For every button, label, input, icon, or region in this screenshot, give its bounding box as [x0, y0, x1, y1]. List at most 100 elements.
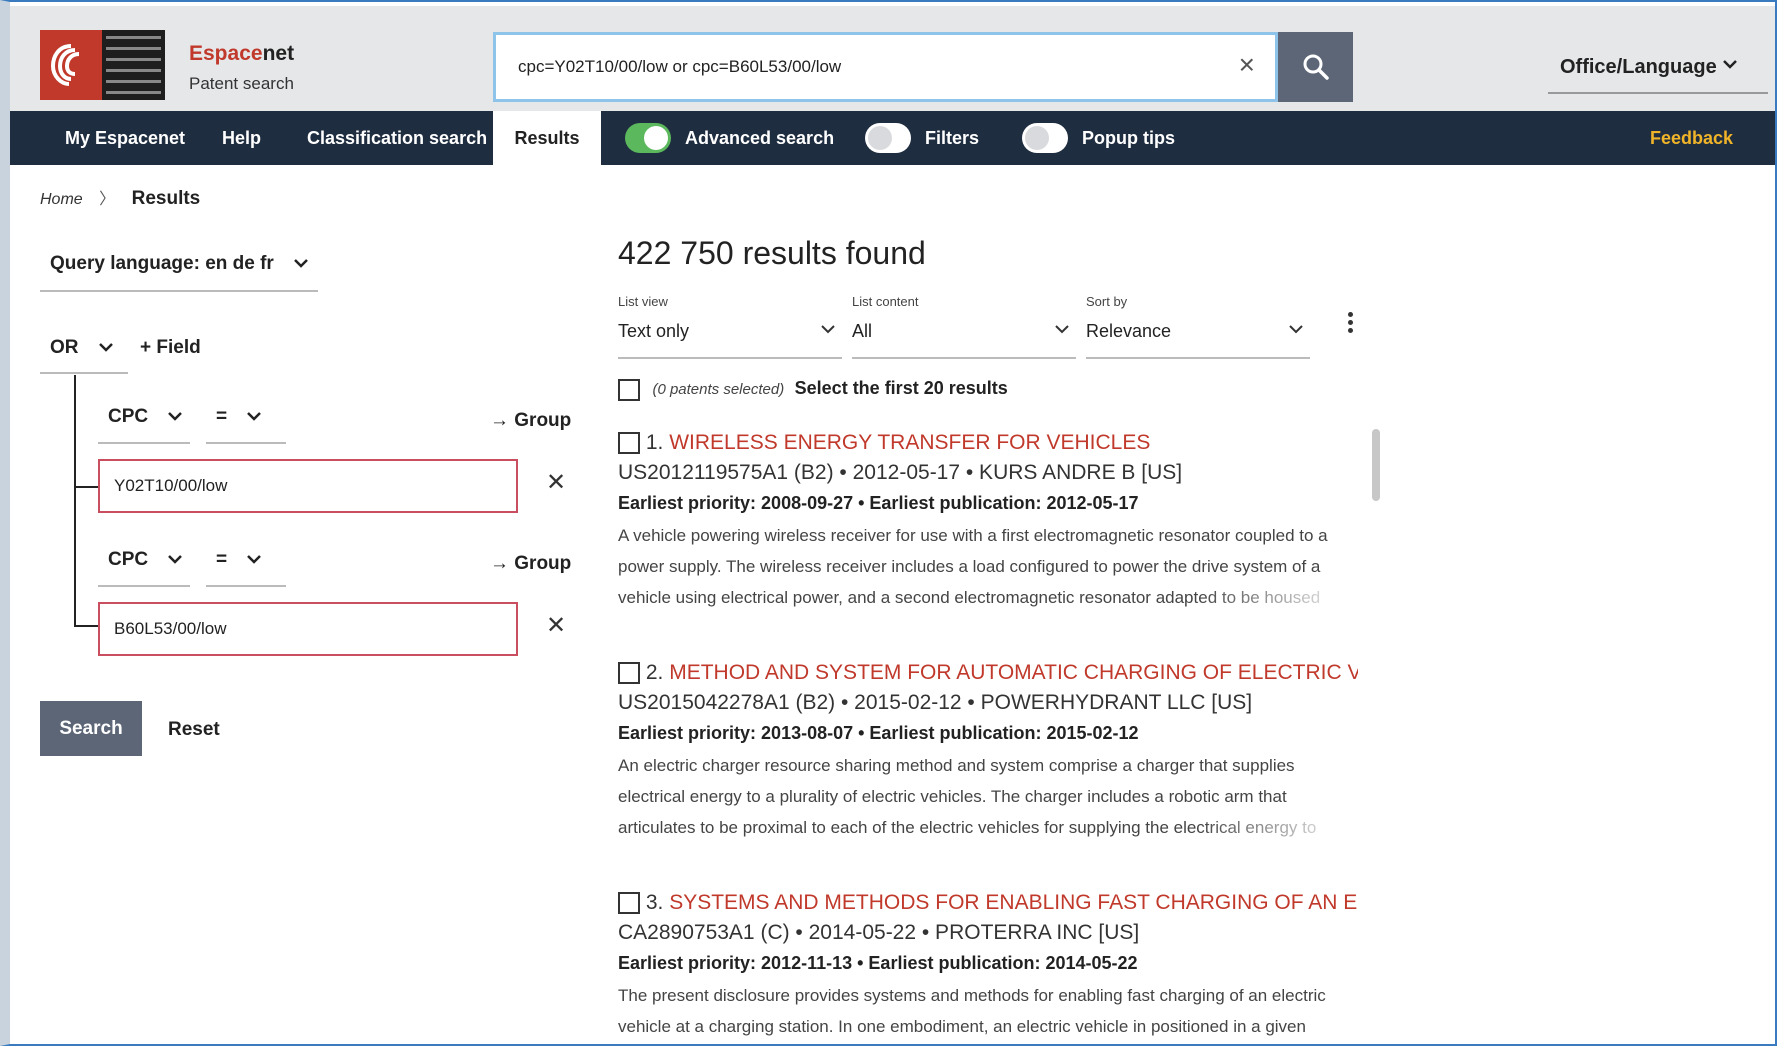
query-tree-branch [74, 486, 98, 488]
result-title-row[interactable]: 3. SYSTEMS AND METHODS FOR ENABLING FAST… [618, 891, 1358, 915]
popup-tips-label[interactable]: Popup tips [1082, 111, 1175, 165]
result-meta: CA2890753A1 (C) • 2014-05-22 • PROTERRA … [618, 921, 1140, 944]
list-view-select[interactable]: List view Text only [618, 294, 842, 359]
search-button[interactable] [1278, 32, 1353, 102]
list-view-value-text: Text only [618, 321, 690, 341]
list-content-value[interactable]: All [852, 319, 1076, 359]
result-item: 3. SYSTEMS AND METHODS FOR ENABLING FAST… [618, 891, 1358, 1044]
query-language-select[interactable]: Query language: en de fr [40, 242, 318, 292]
result-number: 3. [645, 891, 664, 914]
office-language-select[interactable]: Office/Language [1548, 36, 1768, 94]
operator-select-1[interactable]: = [206, 398, 286, 444]
reset-button[interactable]: Reset [168, 719, 220, 741]
field-select-label: CPC [108, 406, 149, 427]
operator-select-label: = [216, 549, 228, 570]
nav-feedback[interactable]: Feedback [1650, 111, 1733, 165]
remove-field-icon[interactable]: ✕ [546, 468, 566, 497]
result-checkbox[interactable] [618, 432, 640, 455]
epo-logo[interactable] [40, 30, 165, 100]
list-content-label: List content [852, 294, 919, 309]
advanced-search-button[interactable]: Search [40, 701, 142, 756]
chevron-right-icon: 〉 [99, 191, 116, 208]
group-button-1[interactable]: → Group [490, 410, 571, 432]
filters-label[interactable]: Filters [925, 111, 979, 165]
chevron-down-icon [1055, 325, 1069, 334]
result-title[interactable]: METHOD AND SYSTEM FOR AUTOMATIC CHARGING… [669, 661, 1358, 684]
result-dates: Earliest priority: 2013-08-07 • Earliest… [618, 723, 1139, 743]
field-value-input-1[interactable]: Y02T10/00/low [98, 459, 518, 513]
group-button-2[interactable]: → Group [490, 553, 571, 575]
result-abstract: The present disclosure provides systems … [618, 980, 1358, 1044]
search-input[interactable]: cpc=Y02T10/00/low or cpc=B60L53/00/low × [493, 32, 1278, 102]
select-all-row: (0 patents selected) Select the first 20… [618, 378, 1008, 401]
query-tree-branch [74, 625, 98, 627]
query-tree-line [74, 375, 76, 625]
selected-count: (0 patents selected) [652, 381, 785, 398]
result-item: 2. METHOD AND SYSTEM FOR AUTOMATIC CHARG… [618, 661, 1358, 843]
clear-search-icon[interactable]: × [1239, 49, 1255, 81]
operator-select[interactable]: OR [40, 328, 128, 374]
select-first-20-link[interactable]: Select the first 20 results [795, 378, 1008, 398]
operator-select-2[interactable]: = [206, 541, 286, 587]
result-checkbox[interactable] [618, 892, 640, 915]
result-meta: US2015042278A1 (B2) • 2015-02-12 • POWER… [618, 691, 1253, 714]
remove-field-icon[interactable]: ✕ [546, 611, 566, 640]
operator-label: OR [50, 337, 79, 358]
sort-by-value-text: Relevance [1086, 321, 1172, 341]
filters-toggle[interactable] [865, 123, 911, 153]
chevron-down-icon [98, 343, 113, 352]
result-title-row[interactable]: 1. WIRELESS ENERGY TRANSFER FOR VEHICLES [618, 431, 1358, 455]
result-item: 1. WIRELESS ENERGY TRANSFER FOR VEHICLES… [618, 431, 1358, 613]
breadcrumb-current: Results [131, 188, 201, 209]
result-number: 2. [645, 661, 664, 684]
query-language-label: Query language: en de fr [50, 253, 274, 274]
breadcrumb: Home 〉 Results [40, 185, 200, 210]
breadcrumb-home[interactable]: Home [40, 191, 83, 208]
nav-my-espacenet[interactable]: My Espacenet [65, 111, 185, 165]
brand: Espacenet Patent search [189, 42, 294, 94]
popup-tips-toggle[interactable] [1022, 123, 1068, 153]
chevron-down-icon [821, 325, 835, 334]
field-select-2[interactable]: CPC [98, 541, 190, 587]
epo-logo-wordmark [102, 30, 165, 100]
result-meta: US2012119575A1 (B2) • 2012-05-17 • KURS … [618, 461, 1183, 484]
result-checkbox[interactable] [618, 662, 640, 685]
nav-results[interactable]: Results [493, 111, 601, 165]
epo-logo-mark-icon [40, 30, 102, 100]
result-number: 1. [645, 431, 664, 454]
chevron-down-icon [247, 555, 262, 564]
result-abstract: A vehicle powering wireless receiver for… [618, 520, 1358, 613]
results-count: 422 750 results found [618, 235, 926, 271]
result-title[interactable]: SYSTEMS AND METHODS FOR ENABLING FAST CH… [669, 891, 1358, 914]
results-scrollbar[interactable] [1372, 429, 1380, 501]
result-abstract: An electric charger resource sharing met… [618, 750, 1358, 843]
result-title[interactable]: WIRELESS ENERGY TRANSFER FOR VEHICLES [669, 431, 1150, 454]
add-field-button[interactable]: + Field [140, 337, 201, 359]
select-all-checkbox[interactable] [618, 378, 640, 401]
field-value-input-2[interactable]: B60L53/00/low [98, 602, 518, 656]
list-view-value[interactable]: Text only [618, 319, 842, 359]
field-select-1[interactable]: CPC [98, 398, 190, 444]
chevron-down-icon [247, 412, 262, 421]
nav-help[interactable]: Help [222, 111, 261, 165]
more-options-icon[interactable] [1348, 312, 1354, 336]
advanced-search-toggle[interactable] [625, 123, 671, 153]
nav-classification-search[interactable]: Classification search [307, 111, 487, 165]
advanced-search-label[interactable]: Advanced search [685, 111, 834, 165]
brand-subtitle: Patent search [189, 74, 294, 93]
list-view-label: List view [618, 294, 668, 309]
search-icon [1303, 54, 1329, 80]
operator-select-label: = [216, 406, 228, 427]
chevron-down-icon [1723, 60, 1737, 69]
list-content-select[interactable]: List content All [852, 294, 1076, 359]
chevron-down-icon [168, 412, 183, 421]
result-dates: Earliest priority: 2012-11-13 • Earliest… [618, 953, 1138, 973]
field-select-label: CPC [108, 549, 149, 570]
chevron-down-icon [294, 259, 308, 268]
sort-by-value[interactable]: Relevance [1086, 319, 1310, 359]
result-title-row[interactable]: 2. METHOD AND SYSTEM FOR AUTOMATIC CHARG… [618, 661, 1358, 685]
browser-frame: Espacenet Patent search cpc=Y02T10/00/lo… [0, 0, 1777, 1046]
sort-by-select[interactable]: Sort by Relevance [1086, 294, 1310, 359]
result-dates: Earliest priority: 2008-09-27 • Earliest… [618, 493, 1139, 513]
list-content-value-text: All [852, 321, 873, 341]
